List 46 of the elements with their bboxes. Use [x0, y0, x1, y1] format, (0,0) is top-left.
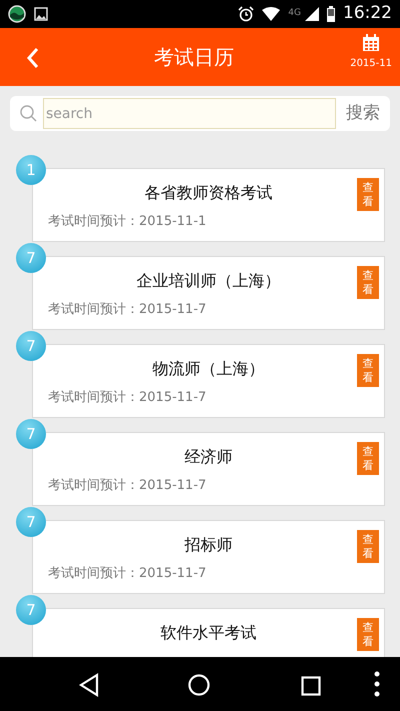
view-button[interactable]: 查看	[357, 178, 379, 211]
exam-card[interactable]: 企业培训师（上海） 考试时间预计：2015-11-7 查看	[32, 256, 385, 330]
exam-date: 考试时间预计：2015-11-1	[47, 213, 208, 231]
exam-card[interactable]: 各省教师资格考试 考试时间预计：2015-11-1 查看	[32, 168, 385, 242]
view-button[interactable]: 查看	[357, 354, 379, 387]
exam-title: 各省教师资格考试	[144, 183, 272, 203]
exam-title: 物流师（上海）	[152, 359, 264, 379]
network-label: 4G	[288, 7, 301, 20]
back-icon[interactable]	[79, 672, 99, 697]
day-badge: 7	[16, 595, 46, 625]
day-badge: 7	[16, 507, 46, 537]
exam-card[interactable]: 经济师 考试时间预计：2015-11-7 查看	[32, 432, 385, 506]
view-button[interactable]: 查看	[357, 442, 379, 475]
exam-card[interactable]: 物流师（上海） 考试时间预计：2015-11-7 查看	[32, 344, 385, 418]
exam-title: 软件水平考试	[160, 623, 256, 643]
clock-text: 16:22	[343, 2, 392, 26]
view-button[interactable]: 查看	[357, 266, 379, 299]
exam-title: 招标师	[184, 535, 232, 555]
day-badge: 1	[16, 155, 46, 185]
battery-icon	[327, 6, 335, 22]
signal-icon	[305, 7, 319, 21]
more-icon[interactable]	[374, 671, 380, 697]
day-badge: 7	[16, 331, 46, 361]
search-icon	[20, 105, 37, 122]
search-field[interactable]: search	[43, 98, 336, 129]
exam-date: 考试时间预计：2015-11-7	[47, 565, 208, 583]
exam-title: 经济师	[184, 447, 232, 467]
image-icon	[34, 7, 48, 21]
view-button[interactable]: 查看	[357, 618, 379, 651]
day-badge: 7	[16, 243, 46, 273]
home-icon[interactable]	[188, 672, 210, 696]
exam-card[interactable]: 软件水平考试 查看	[32, 608, 385, 657]
day-badge: 7	[16, 419, 46, 449]
wifi-icon	[262, 7, 280, 21]
page-title: 考试日历	[154, 45, 234, 69]
exam-date: 考试时间预计：2015-11-7	[47, 389, 208, 407]
search-button[interactable]: 搜索	[336, 100, 384, 126]
view-button[interactable]: 查看	[357, 530, 379, 563]
exam-date: 考试时间预计：2015-11-7	[47, 301, 208, 319]
calendar-icon[interactable]	[362, 34, 380, 52]
alarm-icon	[238, 6, 254, 22]
exam-title: 企业培训师（上海）	[136, 271, 280, 291]
exam-card[interactable]: 招标师 考试时间预计：2015-11-7 查看	[32, 520, 385, 594]
calendar-month-label[interactable]: 2015-11	[350, 56, 392, 71]
app-icon	[8, 5, 26, 23]
exam-date: 考试时间预计：2015-11-7	[47, 477, 208, 495]
